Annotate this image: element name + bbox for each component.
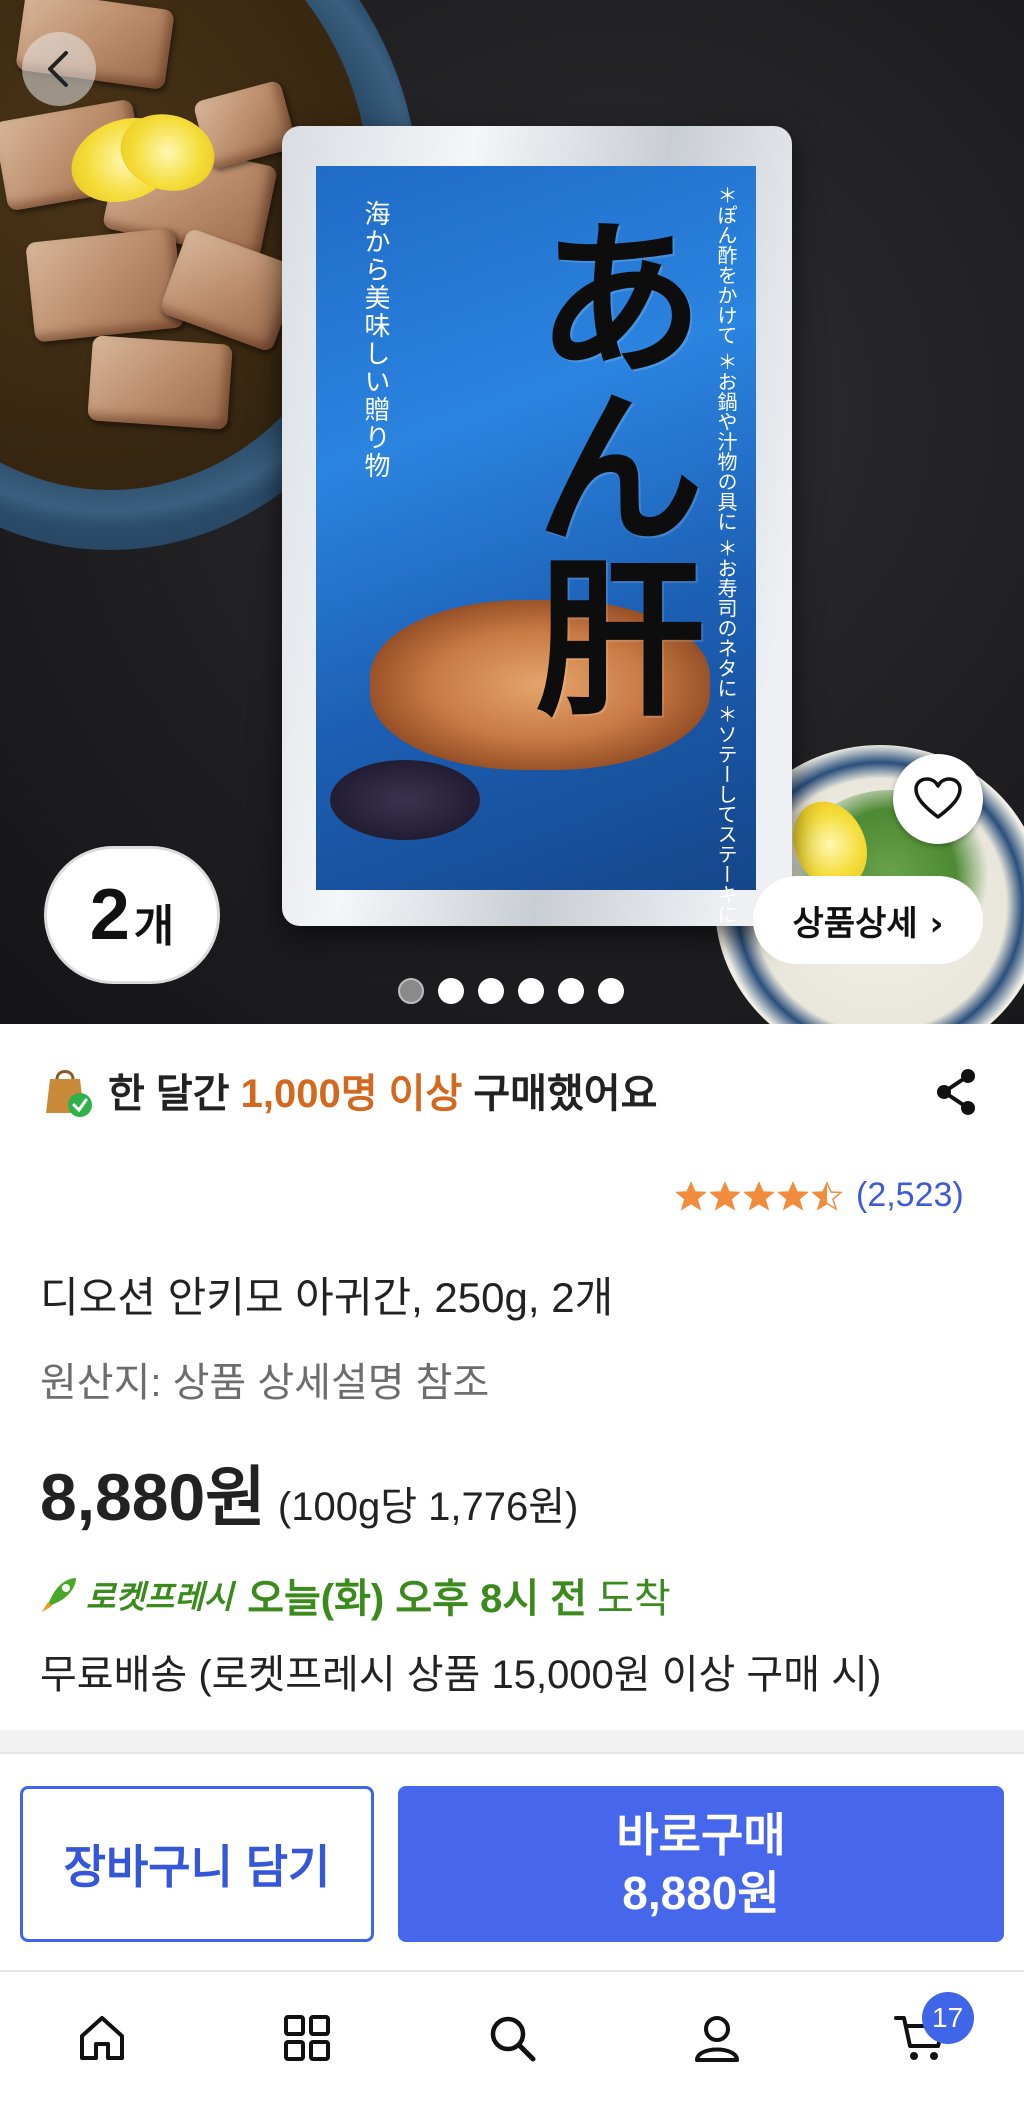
package-fish-illustration xyxy=(330,760,480,840)
share-icon xyxy=(937,1069,975,1115)
grid-icon xyxy=(284,2014,331,2061)
delivery-arrive: 도착 xyxy=(597,1577,671,1621)
star-icon xyxy=(812,1180,842,1211)
buy-now-label: 바로구매 xyxy=(616,1809,786,1861)
heart-icon xyxy=(914,777,962,819)
star-icon xyxy=(710,1180,740,1211)
delivery-time: 오늘(화) 오후 8시 전 xyxy=(247,1577,588,1621)
product-origin: 원산지: 상품 상세설명 참조 xyxy=(40,1361,490,1405)
star-rating xyxy=(676,1180,842,1211)
tab-categories[interactable] xyxy=(257,1988,357,2088)
wishlist-button[interactable] xyxy=(893,754,983,844)
chevron-left-icon xyxy=(48,51,68,87)
tab-cart[interactable]: 17 xyxy=(872,1988,974,2088)
search-icon xyxy=(490,2016,536,2061)
back-button[interactable] xyxy=(22,32,96,106)
quantity-badge: 2 개 xyxy=(44,846,220,984)
carousel-dot[interactable] xyxy=(438,978,464,1004)
product-title: 디오션 안키모 아귀간, 250g, 2개 xyxy=(40,1274,614,1321)
shipping-info: 무료배송 (로켓프레시 상품 15,000원 이상 구매 시) xyxy=(40,1653,882,1697)
tab-my-account[interactable] xyxy=(667,1988,767,2088)
purchase-suffix: 구매했어요 xyxy=(462,1072,658,1116)
package-side-text: 海から美味しい贈り物 xyxy=(360,200,390,480)
tab-home[interactable] xyxy=(52,1988,152,2088)
buy-now-button[interactable]: 바로구매 8,880원 xyxy=(398,1786,1004,1942)
tab-search[interactable] xyxy=(462,1988,562,2088)
star-icon xyxy=(744,1180,774,1211)
product-image-carousel[interactable]: あん肝 海から美味しい贈り物 ＊ぽん酢をかけて ＊お鍋や汁物の具に ＊お寿司のネ… xyxy=(0,0,1024,1024)
carousel-dot[interactable] xyxy=(398,978,424,1004)
buy-now-price: 8,880원 xyxy=(622,1867,780,1919)
rating-row[interactable]: (2,523) xyxy=(676,1176,964,1215)
carousel-dot[interactable] xyxy=(558,978,584,1004)
package-bullets: ＊ぽん酢をかけて ＊お鍋や汁物の具に ＊お寿司のネタに ＊ソテーしてステーキに xyxy=(714,185,738,925)
review-count[interactable]: (2,523) xyxy=(856,1176,964,1215)
star-icon xyxy=(676,1180,706,1211)
product-detail-button[interactable]: 상품상세 › xyxy=(753,876,983,964)
carousel-dot[interactable] xyxy=(598,978,624,1004)
product-price: 8,880원 xyxy=(40,1460,266,1534)
carousel-dot[interactable] xyxy=(518,978,544,1004)
purchase-popularity-text: 한 달간 1,000명 이상 구매했어요 xyxy=(108,1061,657,1119)
food-piece xyxy=(87,335,233,430)
bottom-tab-bar: 17 xyxy=(0,1970,1024,2103)
section-divider xyxy=(0,1730,1024,1752)
carousel-dot[interactable] xyxy=(478,978,504,1004)
carousel-indicator xyxy=(398,978,624,1004)
food-piece xyxy=(25,227,185,343)
purchase-popularity-row: 한 달간 1,000명 이상 구매했어요 xyxy=(40,1056,980,1124)
price-row: 8,880원 (100g당 1,776원) xyxy=(40,1444,578,1540)
quantity-number: 2 xyxy=(89,875,130,955)
star-icon xyxy=(778,1180,808,1211)
add-to-cart-button[interactable]: 장바구니 담기 xyxy=(20,1786,374,1942)
rocket-fresh-badge: 로켓프레시 xyxy=(86,1579,234,1615)
quantity-unit: 개 xyxy=(133,902,175,951)
purchase-prefix: 한 달간 xyxy=(108,1072,241,1116)
unit-price: (100g당 1,776원) xyxy=(277,1485,579,1529)
cart-count-badge: 17 xyxy=(921,1991,974,2044)
delivery-row: 로켓프레시 오늘(화) 오후 8시 전 도착 xyxy=(38,1566,671,1624)
share-button[interactable] xyxy=(928,1062,984,1122)
home-icon xyxy=(80,2015,125,2060)
purchase-highlight: 1,000명 이상 xyxy=(240,1072,463,1116)
rocket-icon xyxy=(42,1578,76,1612)
shopping-bag-check-icon xyxy=(40,1061,94,1119)
user-icon xyxy=(694,2015,739,2062)
